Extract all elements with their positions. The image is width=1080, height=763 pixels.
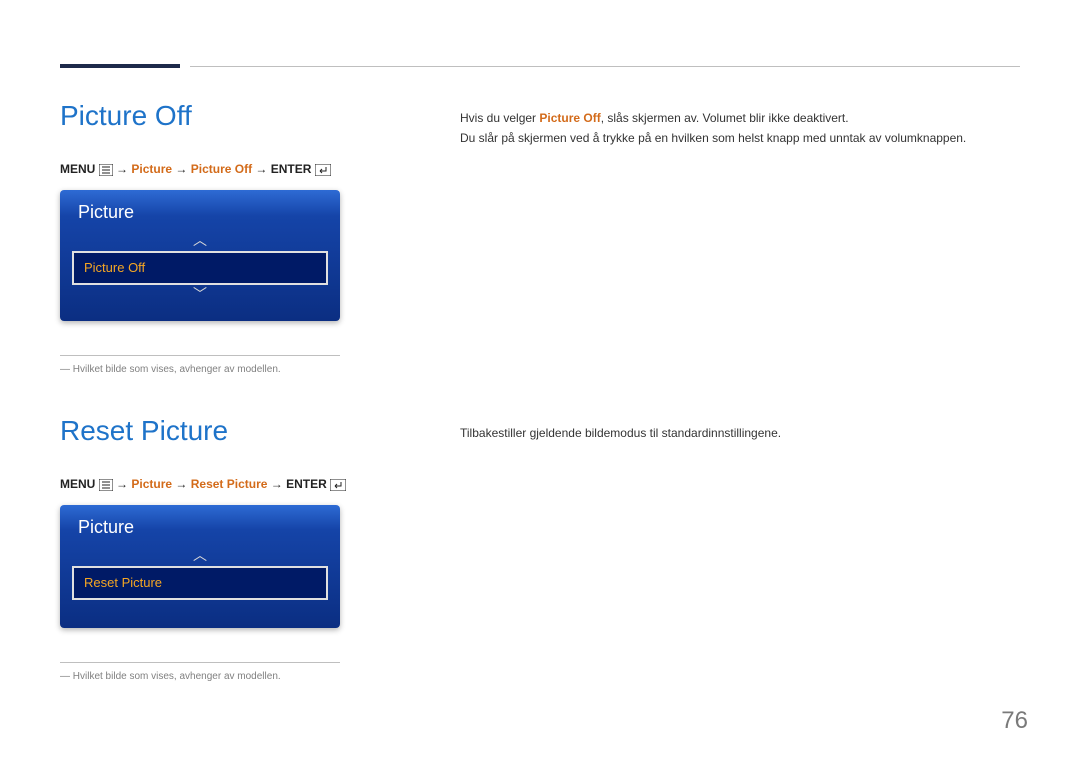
body-text-pre: Hvis du velger xyxy=(460,111,539,125)
body-paragraph: Hvis du velger Picture Off, slås skjerme… xyxy=(460,108,1020,128)
header-thin-rule xyxy=(190,66,1020,67)
header-thick-rule xyxy=(60,64,180,68)
menu-panel: Picture ︿ Picture Off ﹀ xyxy=(60,190,340,321)
chevron-up-icon[interactable]: ︿ xyxy=(60,546,340,566)
menu-list: ︿ Picture Off ﹀ xyxy=(60,231,340,305)
menu-item-reset-picture[interactable]: Reset Picture xyxy=(72,566,328,600)
breadcrumb-picture-off: Picture Off xyxy=(191,162,252,176)
right-column: Hvis du velger Picture Off, slås skjerme… xyxy=(460,100,1020,149)
menu-item-picture-off[interactable]: Picture Off xyxy=(72,251,328,285)
breadcrumb-menu: MENU xyxy=(60,477,99,491)
section-reset-picture: Reset Picture MENU → Picture → Reset Pic… xyxy=(60,415,1020,682)
right-column: Tilbakestiller gjeldende bildemodus til … xyxy=(460,415,1020,443)
footnote: ― Hvilket bilde som vises, avhenger av m… xyxy=(60,364,410,375)
body-highlight: Picture Off xyxy=(539,111,600,125)
footnote-divider xyxy=(60,355,340,356)
menu-icon xyxy=(99,164,113,176)
menu-item-label: Picture Off xyxy=(84,260,145,275)
chevron-up-icon[interactable]: ︿ xyxy=(60,231,340,251)
section-title: Picture Off xyxy=(60,100,410,132)
menu-list: ︿ Reset Picture xyxy=(60,546,340,600)
left-column: Reset Picture MENU → Picture → Reset Pic… xyxy=(60,415,410,682)
panel-title: Picture xyxy=(60,190,340,231)
breadcrumb-arrow: → xyxy=(175,162,190,176)
section-title: Reset Picture xyxy=(60,415,410,447)
breadcrumb-reset-picture: Reset Picture xyxy=(191,477,268,491)
panel-title: Picture xyxy=(60,505,340,546)
body-paragraph: Tilbakestiller gjeldende bildemodus til … xyxy=(460,423,1020,443)
breadcrumb: MENU → Picture → Reset Picture → ENTER xyxy=(60,477,410,491)
enter-icon xyxy=(330,479,346,491)
breadcrumb-arrow: → xyxy=(116,162,131,176)
breadcrumb: MENU → Picture → Picture Off → ENTER xyxy=(60,162,410,176)
footnote-divider xyxy=(60,662,340,663)
page-number: 76 xyxy=(1001,707,1028,735)
menu-panel: Picture ︿ Reset Picture xyxy=(60,505,340,628)
page-content: Picture Off MENU → Picture → Picture Off… xyxy=(0,0,1080,682)
breadcrumb-enter: ENTER xyxy=(271,162,315,176)
breadcrumb-arrow: → xyxy=(255,162,270,176)
breadcrumb-arrow: → xyxy=(116,477,131,491)
section-picture-off: Picture Off MENU → Picture → Picture Off… xyxy=(60,100,1020,375)
breadcrumb-picture: Picture xyxy=(131,162,172,176)
footnote: ― Hvilket bilde som vises, avhenger av m… xyxy=(60,671,410,682)
enter-icon xyxy=(315,164,331,176)
chevron-down-icon[interactable]: ﹀ xyxy=(60,285,340,305)
menu-icon xyxy=(99,479,113,491)
left-column: Picture Off MENU → Picture → Picture Off… xyxy=(60,100,410,375)
menu-item-label: Reset Picture xyxy=(84,575,162,590)
breadcrumb-menu: MENU xyxy=(60,162,99,176)
breadcrumb-arrow: → xyxy=(271,477,286,491)
breadcrumb-picture: Picture xyxy=(131,477,172,491)
breadcrumb-arrow: → xyxy=(175,477,190,491)
body-text-post: , slås skjermen av. Volumet blir ikke de… xyxy=(601,111,849,125)
body-paragraph: Du slår på skjermen ved å trykke på en h… xyxy=(460,128,1020,148)
breadcrumb-enter: ENTER xyxy=(286,477,330,491)
